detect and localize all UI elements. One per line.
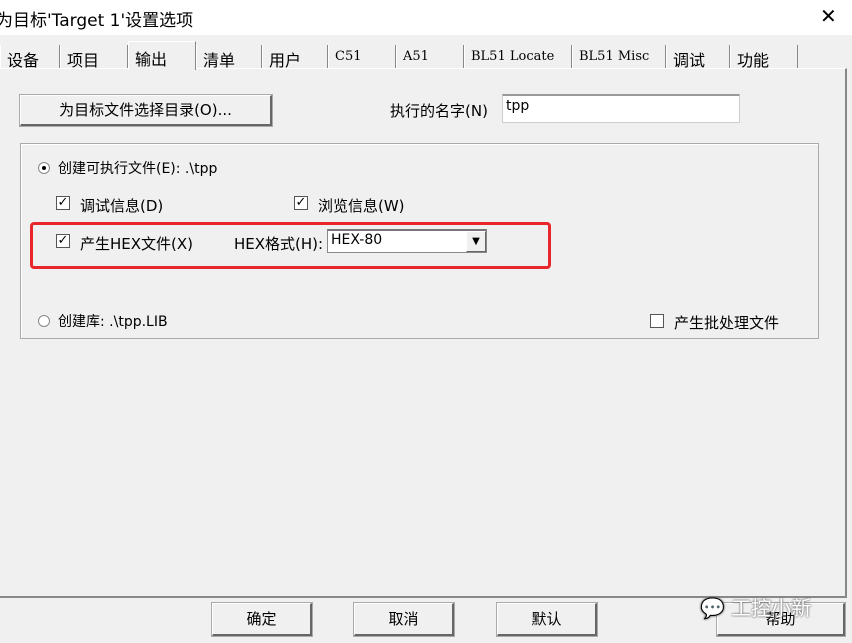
debug-info-checkbox[interactable]: ✓ [56,196,70,210]
tab-7[interactable]: BL51 Locate [464,45,572,69]
exec-name-label: 执行的名字(N) [390,102,488,120]
select-output-folder-button[interactable]: 为目标文件选择目录(O)... [19,94,273,127]
debug-info-label: 调试信息(D) [80,197,164,215]
window-title: 为目标'Target 1'设置选项 [0,11,194,31]
tab-3[interactable]: 清单 [196,45,262,70]
tab-1[interactable]: 项目 [60,45,128,70]
browse-info-checkbox[interactable]: ✓ [294,196,308,210]
wechat-icon: 💬 [700,596,725,620]
create-lib-label: 创建库: .\tpp.LIB [58,314,168,330]
browse-info-label: 浏览信息(W) [318,197,405,215]
batch-file-checkbox[interactable] [650,314,664,328]
tab-8[interactable]: BL51 Misc [572,45,666,69]
title-bar: 为目标'Target 1'设置选项 ✕ [0,0,852,35]
tab-4[interactable]: 用户 [262,45,328,70]
create-exe-label: 创建可执行文件(E): .\tpp [58,161,218,177]
tab-10[interactable]: 功能 [730,45,798,70]
exec-name-input[interactable]: tpp [502,94,740,123]
watermark: 💬 工控小新 [700,596,812,620]
tab-2[interactable]: 输出 [128,41,196,70]
defaults-button[interactable]: 默认 [496,602,598,637]
tab-0[interactable]: 设备 [0,45,60,70]
highlight-box [30,222,551,269]
ok-button[interactable]: 确定 [211,602,313,637]
create-exe-radio[interactable] [38,162,50,174]
tab-5[interactable]: C51 [328,45,396,69]
create-lib-radio[interactable] [38,315,50,327]
close-icon[interactable]: ✕ [820,4,837,28]
batch-file-label: 产生批处理文件 [674,314,780,332]
tab-6[interactable]: A51 [396,45,464,69]
tab-9[interactable]: 调试 [666,45,730,70]
cancel-button[interactable]: 取消 [353,602,455,637]
